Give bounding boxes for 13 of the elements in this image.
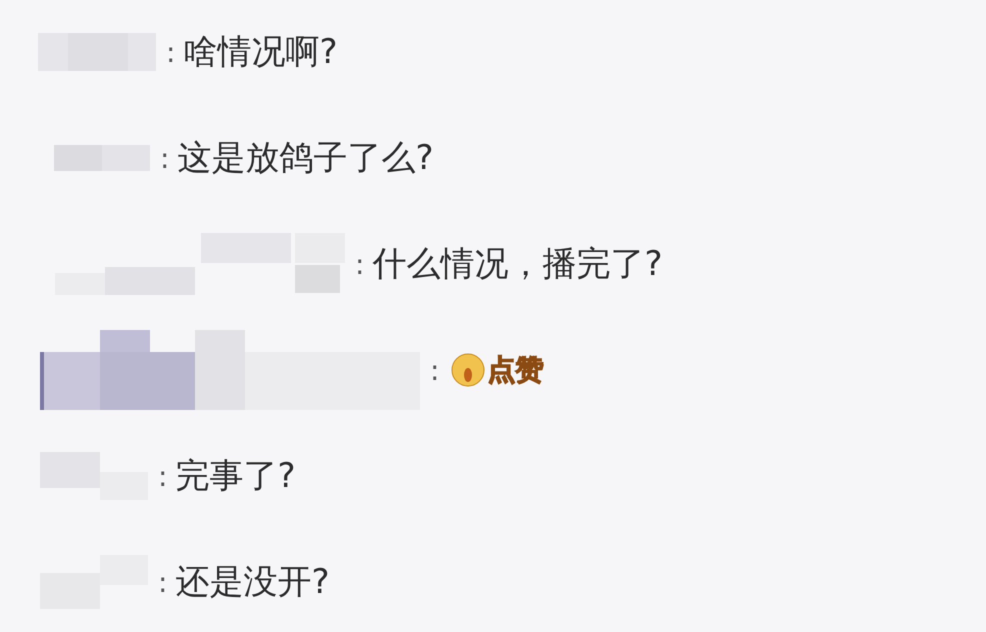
sticker-label: 点赞 xyxy=(487,352,544,388)
comment-text: 这是放鸽子了么? xyxy=(177,137,434,180)
comment-text: 还是没开? xyxy=(175,561,330,604)
colon: : xyxy=(166,36,176,68)
colon: : xyxy=(158,566,168,598)
colon: : xyxy=(355,248,364,280)
face-icon xyxy=(451,353,486,387)
colon: : xyxy=(158,460,168,492)
comment-text: 什么情况，播完了? xyxy=(372,243,662,286)
colon: : xyxy=(160,142,170,174)
comment-text: 完事了? xyxy=(175,455,296,498)
comment-text: 啥情况啊? xyxy=(183,31,338,74)
colon: : xyxy=(430,354,440,386)
